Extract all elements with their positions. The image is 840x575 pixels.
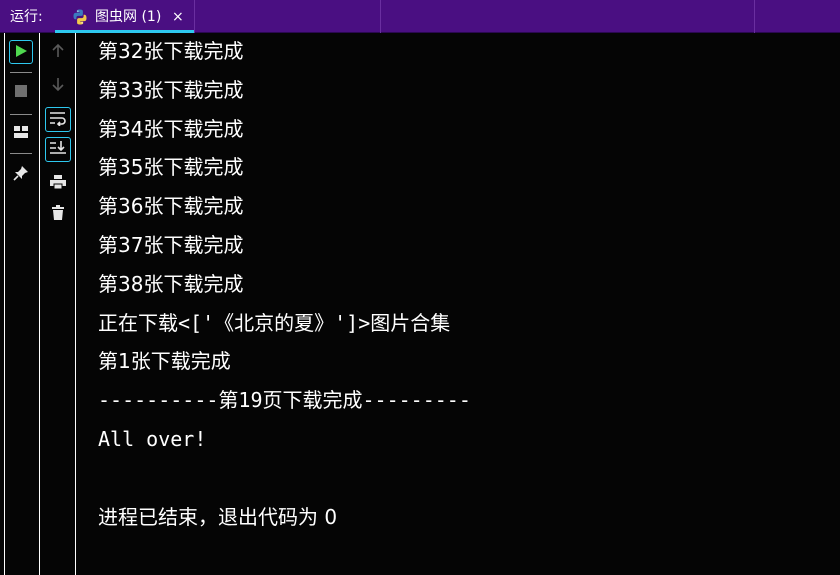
tab-title: 图虫网 (1) (95, 9, 162, 25)
console-line: 第32张下载完成 (98, 39, 244, 63)
scroll-down-button[interactable] (46, 74, 70, 98)
console-line: 第37张下载完成 (98, 232, 244, 257)
toolbar-separator (10, 153, 32, 154)
arrow-down-icon (52, 76, 64, 96)
console-line: 第1张下载完成 (98, 349, 231, 374)
toolbar-separator (10, 72, 32, 73)
scroll-up-button[interactable] (46, 41, 70, 65)
print-icon (49, 174, 67, 194)
header-divider (194, 0, 195, 33)
console-line: 第35张下载完成 (98, 155, 244, 180)
toolbar-separator (10, 114, 32, 115)
soft-wrap-icon (49, 110, 67, 130)
close-icon[interactable]: × (172, 8, 184, 26)
console-line: 第34张下载完成 (98, 116, 244, 141)
layout-button[interactable] (9, 121, 33, 145)
console-line: 正在下载<['《北京的夏》']>图片合集 (98, 310, 451, 335)
console-line: All over! (98, 426, 207, 451)
pin-icon (13, 165, 29, 185)
soft-wrap-button[interactable] (45, 107, 71, 132)
scroll-to-end-icon (49, 140, 67, 160)
run-button[interactable] (9, 40, 33, 64)
console-output[interactable]: 第32张下载完成 第33张下载完成 第34张下载完成 第35张下载完成 第36张… (98, 33, 828, 537)
trash-icon (51, 205, 65, 225)
console-line: 第36张下载完成 (98, 194, 244, 219)
print-button[interactable] (46, 172, 70, 196)
console-toolbar (40, 33, 76, 575)
console-line: 进程已结束，退出代码为 0 (98, 504, 338, 529)
console-line: 第38张下载完成 (98, 271, 244, 296)
header-divider (754, 0, 755, 33)
pin-button[interactable] (9, 163, 33, 187)
run-header-bar: 运行: 图虫网 (1) × (0, 0, 840, 33)
header-divider (380, 0, 381, 33)
tab-run-config[interactable]: 图虫网 (1) × (55, 0, 194, 33)
layout-icon (13, 124, 29, 143)
console-line: 第33张下载完成 (98, 77, 244, 102)
console-line: ----------第19页下载完成--------- (98, 388, 471, 413)
stop-button[interactable] (9, 80, 33, 104)
stop-icon (14, 83, 28, 102)
run-label: 运行: (10, 9, 43, 25)
scroll-to-end-button[interactable] (45, 137, 71, 162)
clear-button[interactable] (46, 203, 70, 227)
arrow-up-icon (52, 43, 64, 63)
run-toolbar (0, 33, 40, 575)
python-icon (71, 8, 89, 26)
run-tool-window: 运行: 图虫网 (1) × 第32张下载完成 第33张下载完成 第34张下载完成… (0, 0, 840, 575)
play-icon (14, 43, 28, 62)
